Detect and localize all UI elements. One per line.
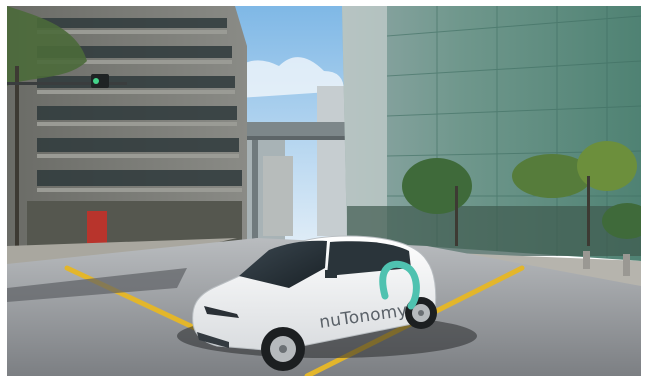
right-glass-building	[342, 6, 641, 261]
bollard	[583, 251, 590, 269]
photo-canvas: nuTonomy	[7, 6, 641, 376]
bollard	[623, 254, 630, 276]
street-photo: nuTonomy	[7, 6, 641, 376]
red-kiosk	[87, 211, 107, 246]
side-mirror	[325, 270, 337, 278]
distant-building	[263, 156, 293, 236]
distant-building	[317, 86, 347, 236]
